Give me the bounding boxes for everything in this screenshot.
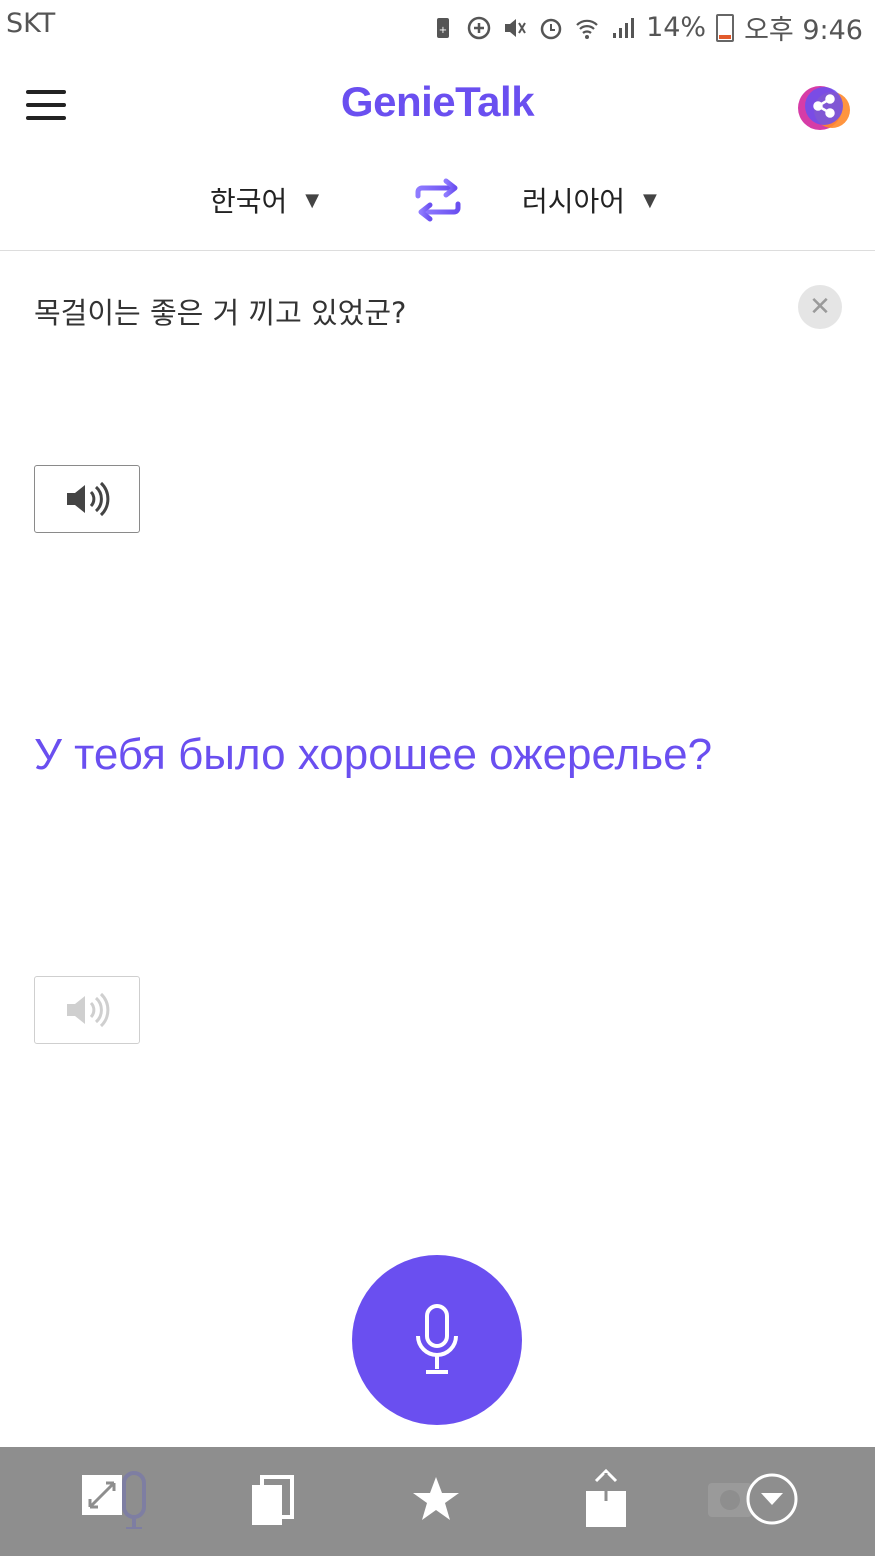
expand-icon[interactable] [80, 1469, 164, 1531]
app-header: GenieTalk [0, 50, 875, 160]
caret-down-icon: ▼ [643, 189, 657, 211]
star-icon[interactable] [410, 1469, 462, 1529]
microphone-icon [416, 1304, 458, 1374]
speaker-icon [67, 481, 110, 517]
source-text[interactable]: 목걸이는 좋은 거 끼고 있었군? [34, 290, 406, 332]
share-upload-icon[interactable] [582, 1468, 630, 1529]
status-bar: SKT + 14% 오후 9:46 [0, 0, 875, 50]
swap-arrows-icon[interactable] [412, 178, 464, 222]
language-bar: 한국어 ▼ 러시아어 ▼ [0, 160, 875, 251]
source-language-select[interactable]: 한국어 ▼ [210, 180, 319, 220]
clock: 오후 9:46 [744, 15, 863, 46]
source-speak-button[interactable] [34, 465, 140, 533]
status-icons: + 14% 오후 9:46 [430, 8, 863, 47]
share-icon[interactable] [796, 84, 854, 132]
microphone-button[interactable] [352, 1255, 522, 1425]
wifi-icon [576, 19, 598, 39]
data-saver-icon [467, 16, 491, 39]
signal-icon [613, 17, 635, 38]
collapse-icon[interactable] [704, 1469, 804, 1529]
battery-icon [716, 13, 735, 42]
target-language-label: 러시아어 [522, 185, 626, 218]
battery-percent: 14% [646, 12, 707, 43]
translated-text: У тебя было хорошее ожерелье? [34, 730, 713, 779]
target-language-select[interactable]: 러시아어 ▼ [522, 180, 657, 220]
bottom-toolbar [0, 1447, 875, 1556]
speaker-icon [67, 992, 110, 1028]
copy-icon[interactable] [248, 1469, 296, 1529]
svg-text:+: + [439, 25, 447, 36]
alarm-icon [540, 18, 562, 39]
caret-down-icon: ▼ [305, 189, 320, 211]
carrier-label: SKT [6, 8, 56, 39]
target-speak-button[interactable] [34, 976, 140, 1044]
source-language-label: 한국어 [210, 185, 288, 218]
mute-icon [505, 18, 526, 37]
battery-saver-icon: + [437, 17, 450, 38]
app-logo: GenieTalk [340, 78, 535, 125]
close-icon[interactable]: ✕ [798, 285, 842, 329]
